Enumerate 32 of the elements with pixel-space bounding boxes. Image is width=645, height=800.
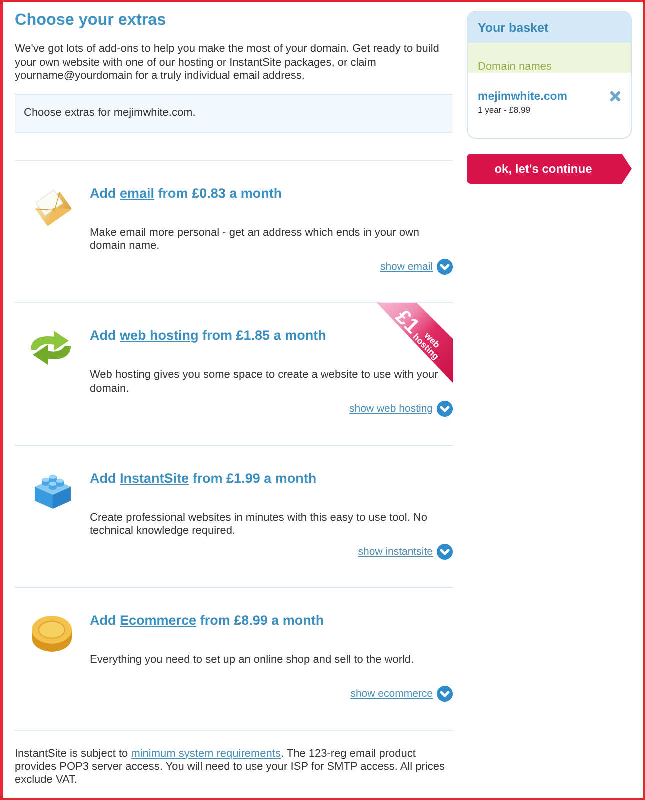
extra-link[interactable]: email [120,186,155,200]
close-icon [610,91,621,102]
remove-button[interactable] [610,91,621,102]
coin-icon [30,614,74,654]
extra-description: Everything you need to set up an online shop and sell to the world. [90,654,416,668]
extra-link[interactable]: InstantSite [120,470,190,486]
extra-description: Create professional websites in minutes with this easy to use tool. No technical knowledge required. [90,512,428,538]
extra-description: Web hosting gives you some space to create a website to use with your domain. [90,369,440,396]
page-title: Choose your extras [15,10,168,30]
basket-item-detail: 1 year - £8.99 [478,105,532,115]
extra-heading: Add InstantSite from £1.99 a month [90,470,318,486]
chevron-down-icon [437,686,453,702]
extra-link[interactable]: web hosting [120,328,199,343]
continue-button[interactable]: ok, let's continue [467,154,632,184]
basket-section-label: Domain names [478,61,552,73]
intro-text: We've got lots of add-ons to help you make the most of your domain. Get ready to build your own website with one of our hosting or InstantSite packages, or claim yourname@yourdomain for a truly individual email address. [15,43,440,84]
chevron-down-icon [437,258,453,274]
chevron-down-icon [437,401,453,417]
footer-note: InstantSite is subject to minimum system requirements. The 123-reg email product provides POP3 server access. You will need to use your ISP for SMTP access. All prices exclude VAT. [15,730,453,786]
show-link[interactable]: show web hosting [350,401,453,417]
notice-text: Choose extras for mejimwhite.com. [24,107,196,119]
show-link[interactable]: show email [380,258,453,274]
show-link[interactable]: show ecommerce [350,686,453,702]
extra-heading: Add Ecommerce from £8.99 a month [90,613,326,629]
basket-title: Your basket [478,20,549,34]
requirements-link[interactable]: minimum system requirements [131,748,281,760]
extra-link[interactable]: Ecommerce [120,613,197,628]
extra-heading: Add email from £0.83 a month [90,186,284,202]
extra-description: Make email more personal - get an address which ends in your own domain name. [90,226,421,254]
basket-item-name: mejimwhite.com [478,90,568,105]
show-link[interactable]: show instantsite [358,544,453,560]
chevron-down-icon [437,544,453,560]
